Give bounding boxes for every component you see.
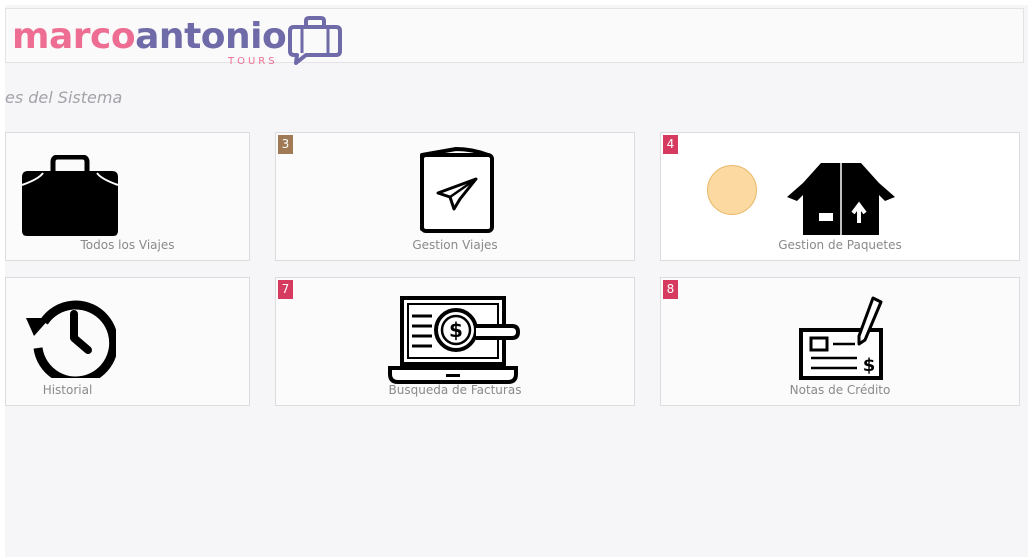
count-badge: 7 <box>278 280 293 299</box>
section-title: es del Sistema <box>5 88 123 107</box>
module-label: Busqueda de Facturas <box>388 383 522 397</box>
count-badge: 4 <box>663 135 678 154</box>
module-card-busqueda-de-facturas[interactable]: 7 $ Busqueda de Facturas <box>275 277 635 406</box>
logo-wordmark: marcoantonio <box>12 16 287 57</box>
module-label: Historial <box>42 383 93 397</box>
module-label: Gestion Viajes <box>412 238 498 252</box>
open-box-icon <box>787 163 895 235</box>
module-card-gestion-viajes[interactable]: 3 Gestion Viajes <box>275 132 635 261</box>
history-clock-icon <box>26 300 116 378</box>
svg-text:$: $ <box>863 355 876 376</box>
count-badge: 8 <box>663 280 678 299</box>
module-card-historial[interactable]: Historial <box>5 277 250 406</box>
module-label: Notas de Crédito <box>789 383 891 397</box>
laptop-invoice-search-icon: $ <box>388 296 521 384</box>
svg-text:$: $ <box>449 318 463 342</box>
suitcase-bubble-icon <box>288 16 342 65</box>
module-card-notas-de-credito[interactable]: 8 $ Notas de Crédito <box>660 277 1020 406</box>
loading-circle <box>707 165 757 215</box>
module-label: Todos los Viajes <box>80 238 175 252</box>
module-card-gestion-de-paquetes[interactable]: 4 Gestion de Paquetes <box>660 132 1020 261</box>
count-badge: 3 <box>278 135 293 154</box>
credit-note-check-icon: $ <box>799 296 883 380</box>
top-header: marcoantonio TOURS <box>5 8 1024 67</box>
suitcase-icon <box>21 155 119 236</box>
app-frame: marcoantonio TOURS es del Sistema Todos … <box>5 5 1028 557</box>
logo-subtitle: TOURS <box>228 56 278 67</box>
module-label: Gestion de Paquetes <box>778 238 902 252</box>
paper-plane-book-icon <box>420 147 494 233</box>
brand-logo[interactable]: marcoantonio TOURS <box>12 11 352 71</box>
module-card-todos-los-viajes[interactable]: Todos los Viajes <box>5 132 250 261</box>
